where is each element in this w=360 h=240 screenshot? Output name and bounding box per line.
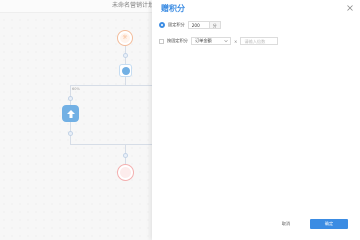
- points-unit: 分: [209, 21, 221, 29]
- fixed-points-radio[interactable]: [159, 22, 165, 28]
- close-button[interactable]: [345, 3, 355, 13]
- multiplier-input[interactable]: [240, 37, 279, 45]
- fixed-points-row: 固定积分 分: [159, 20, 221, 30]
- multiply-sign: ×: [233, 38, 238, 44]
- field-points-row: 按固定积分 订单金额 ×: [159, 36, 279, 46]
- fixed-points-label: 固定积分: [168, 22, 185, 27]
- field-points-checkbox[interactable]: [159, 38, 164, 44]
- close-icon: [347, 5, 353, 11]
- drawer-title: 赠积分: [161, 4, 185, 13]
- chevron-down-icon: [224, 39, 228, 43]
- fixed-points-input[interactable]: [187, 21, 210, 29]
- field-select[interactable]: 订单金额: [190, 37, 231, 45]
- points-drawer: 赠积分 固定积分 分 按固定积分 订单金额 × 取消 确定: [152, 0, 360, 240]
- field-select-value: 订单金额: [194, 38, 212, 43]
- confirm-button[interactable]: 确定: [310, 219, 348, 229]
- cancel-button[interactable]: 取消: [279, 220, 293, 228]
- drawer-mask[interactable]: [0, 0, 152, 240]
- field-points-label: 按固定积分: [167, 38, 188, 43]
